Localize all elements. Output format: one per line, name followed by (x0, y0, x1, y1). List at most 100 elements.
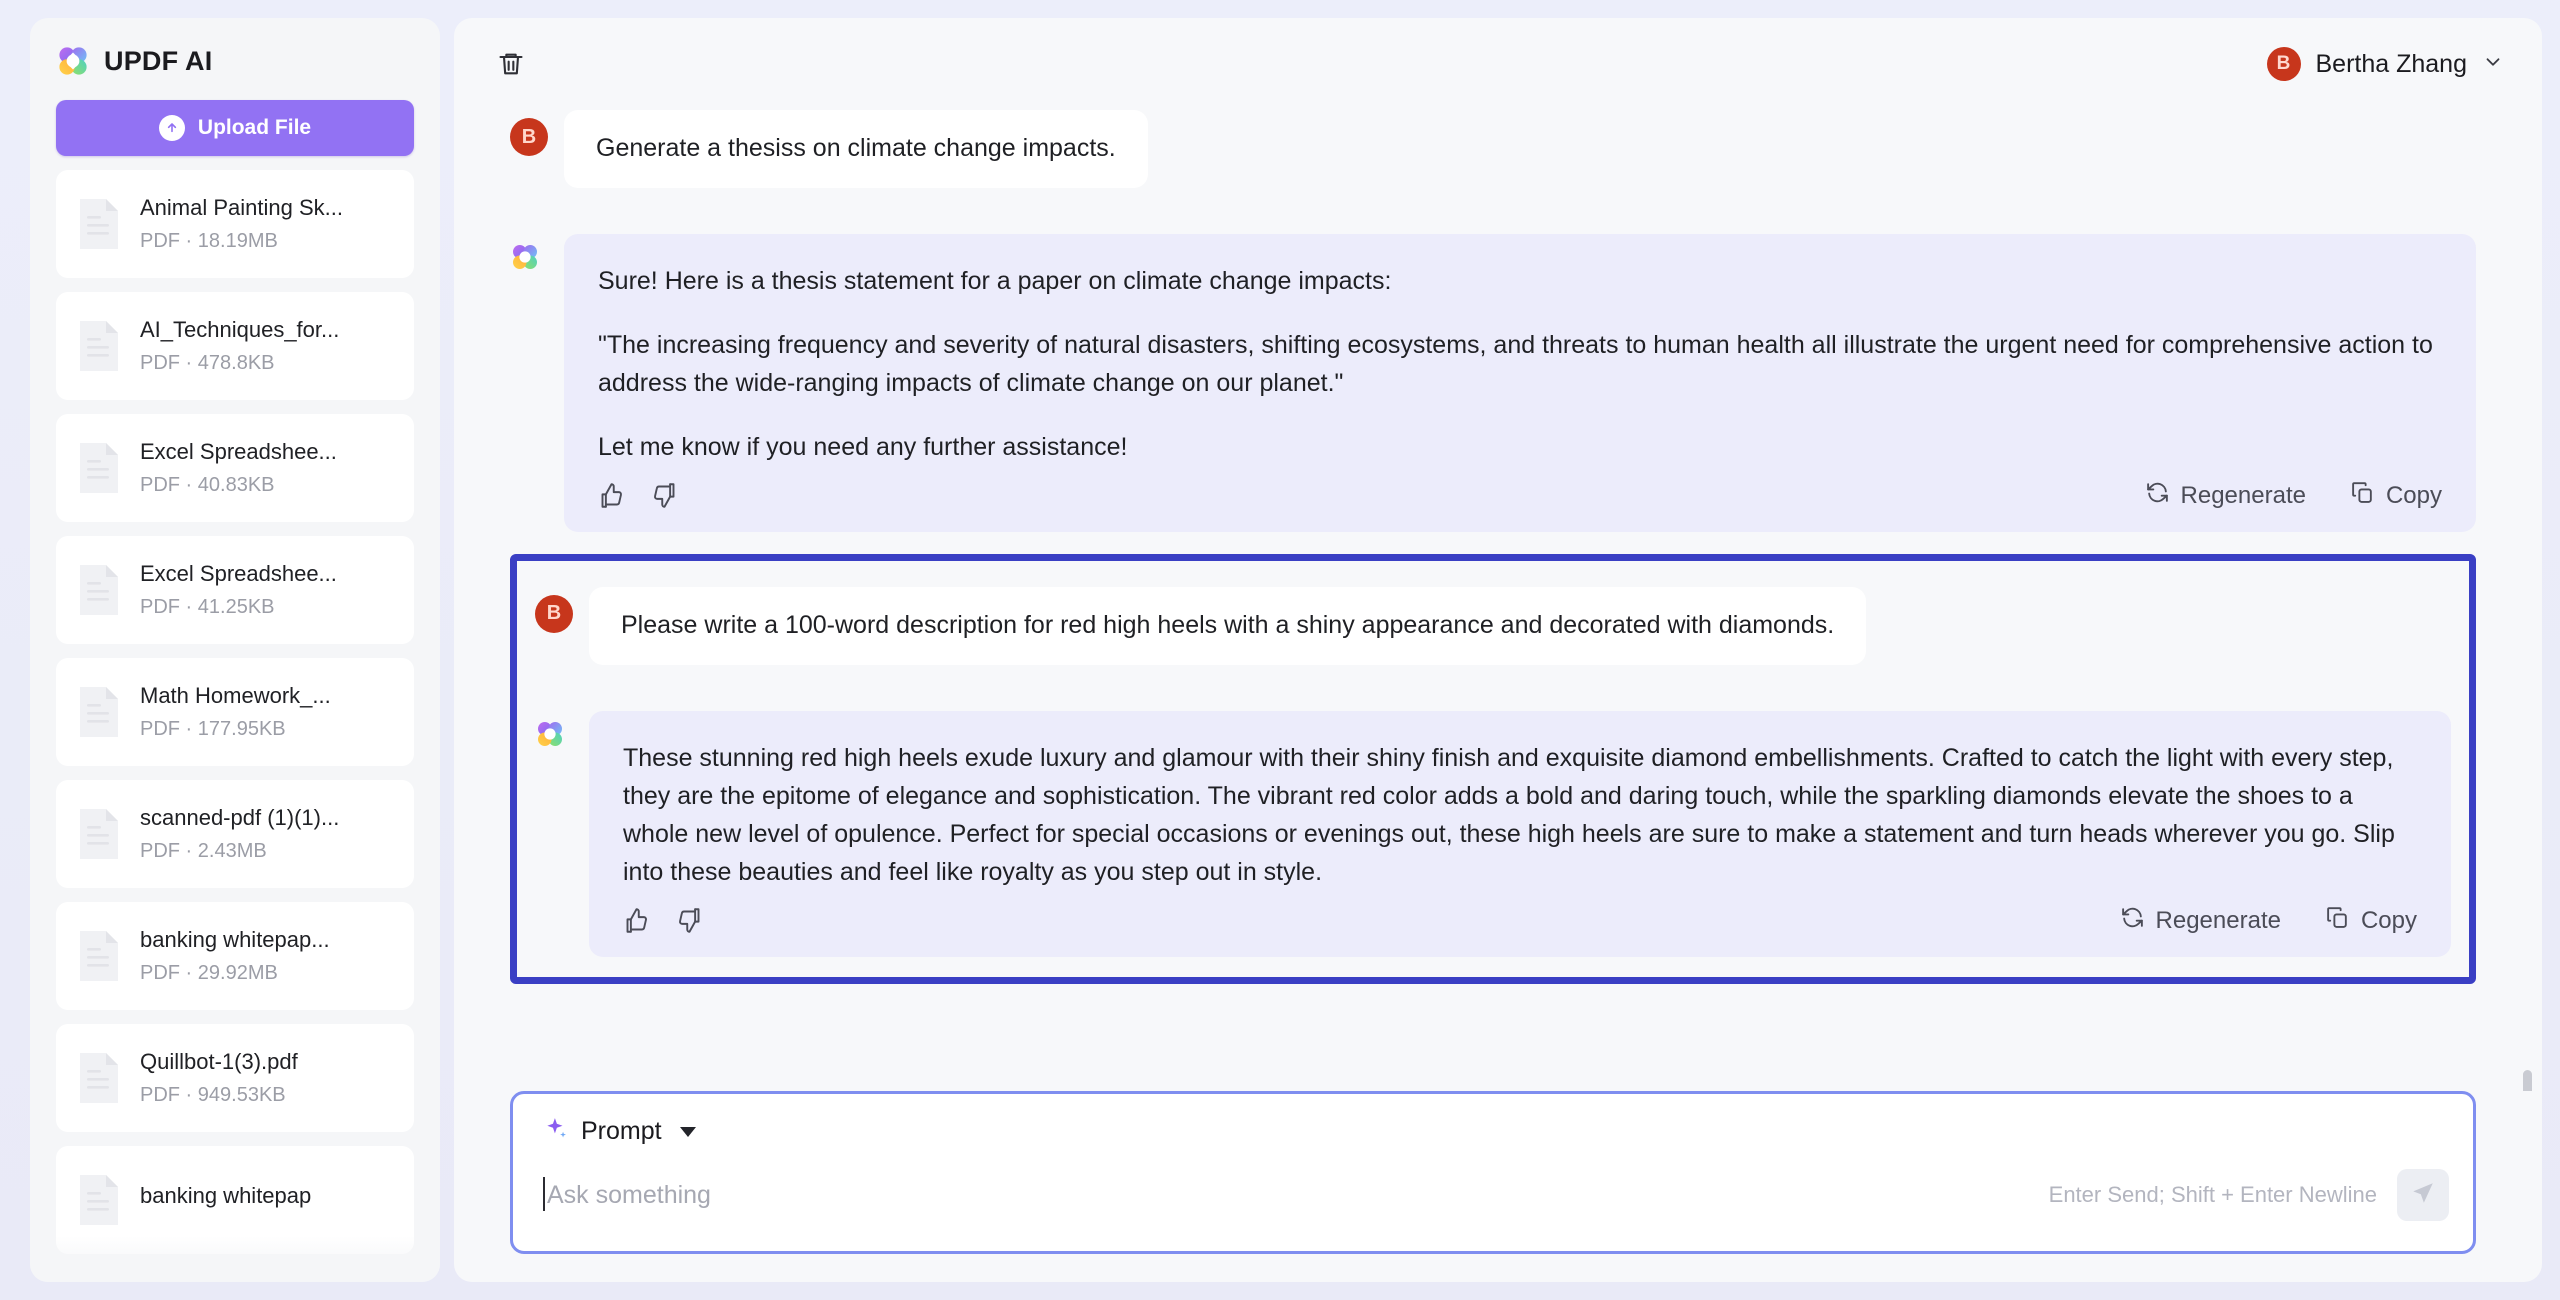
prompt-label: Prompt (581, 1117, 662, 1145)
regenerate-button[interactable]: Regenerate (2145, 480, 2306, 512)
file-name: banking whitepap (140, 1182, 312, 1208)
composer-input-row: Ask something Enter Send; Shift + Enter … (513, 1163, 2473, 1251)
thumbs-down-icon[interactable] (676, 907, 703, 934)
updf-clover-logo-icon (535, 719, 573, 757)
updf-ai-window: UPDF AI Upload File Animal Painting Sk..… (0, 0, 2560, 1300)
file-meta: PDF · 949.53KB (140, 1084, 286, 1106)
refresh-icon (2145, 480, 2170, 512)
list-item[interactable]: banking whitepap... PDF · 29.92MB (56, 902, 414, 1010)
send-hint-text: Enter Send; Shift + Enter Newline (2048, 1182, 2377, 1207)
sidebar: UPDF AI Upload File Animal Painting Sk..… (30, 18, 440, 1282)
list-item[interactable]: banking whitepap (56, 1146, 414, 1254)
refresh-icon (2120, 905, 2145, 937)
thumbs-up-icon[interactable] (598, 482, 625, 509)
upload-file-button[interactable]: Upload File (56, 100, 414, 156)
chat-turn-user: B Please write a 100-word description fo… (535, 586, 2451, 665)
sidebar-brand-title: UPDF AI (104, 45, 213, 76)
user-message-bubble: Generate a thesiss on climate change imp… (564, 110, 1148, 188)
pdf-document-icon (76, 1050, 122, 1106)
list-item[interactable]: AI_Techniques_for... PDF · 478.8KB (56, 292, 414, 400)
chat-scrollbar-thumb[interactable] (2523, 1070, 2532, 1091)
copy-icon (2350, 480, 2375, 512)
pdf-document-icon (76, 928, 122, 984)
pdf-document-icon (76, 806, 122, 862)
highlight-annotation-box: B Please write a 100-word description fo… (510, 553, 2476, 984)
file-name: Quillbot-1(3).pdf (140, 1049, 298, 1074)
sparkle-icon (543, 1116, 569, 1147)
message-input[interactable]: Ask something (543, 1176, 2029, 1211)
file-name: Excel Spreadshee... (140, 561, 337, 586)
pdf-document-icon (76, 1172, 122, 1228)
chevron-down-icon (2482, 51, 2504, 78)
file-name: Animal Painting Sk... (140, 195, 343, 220)
file-meta: PDF · 18.19MB (140, 230, 278, 252)
copy-label: Copy (2385, 481, 2442, 509)
updf-clover-logo-icon (56, 44, 90, 78)
file-name: scanned-pdf (1)(1)... (140, 805, 340, 830)
chat-turn-ai: These stunning red high heels exude luxu… (535, 710, 2451, 957)
avatar: B (535, 594, 573, 633)
file-meta: PDF · 40.83KB (140, 474, 275, 496)
avatar: B (2266, 47, 2301, 81)
pdf-document-icon (76, 318, 122, 374)
ai-message-bubble: Sure! Here is a thesis statement for a p… (564, 233, 2476, 532)
copy-button[interactable]: Copy (2350, 480, 2442, 512)
file-name: banking whitepap... (140, 927, 330, 952)
trash-icon[interactable] (490, 43, 532, 85)
ai-paragraph: These stunning red high heels exude luxu… (623, 743, 2395, 886)
thumbs-up-icon[interactable] (623, 907, 650, 934)
ai-paragraph: Let me know if you need any further assi… (598, 432, 1128, 461)
pdf-document-icon (76, 684, 122, 740)
copy-button[interactable]: Copy (2325, 905, 2417, 937)
copy-label: Copy (2360, 906, 2417, 934)
caret-down-icon (679, 1126, 696, 1137)
regenerate-label: Regenerate (2180, 481, 2306, 509)
message-actions: Regenerate Copy (623, 905, 2417, 937)
copy-icon (2325, 905, 2350, 937)
prompt-selector[interactable]: Prompt (513, 1094, 2473, 1163)
avatar: B (510, 118, 548, 156)
file-meta: PDF · 41.25KB (140, 596, 275, 618)
list-item[interactable]: Animal Painting Sk... PDF · 18.19MB (56, 170, 414, 278)
pdf-document-icon (76, 440, 122, 496)
ai-paragraph: "The increasing frequency and severity o… (598, 330, 2433, 397)
ai-message-bubble: These stunning red high heels exude luxu… (589, 710, 2451, 957)
upload-file-label: Upload File (197, 116, 312, 139)
thumbs-down-icon[interactable] (651, 482, 678, 509)
list-item[interactable]: Math Homework_... PDF · 177.95KB (56, 658, 414, 766)
send-button[interactable] (2397, 1169, 2449, 1221)
pdf-document-icon (76, 196, 122, 252)
user-message-bubble: Please write a 100-word description for … (589, 586, 1867, 665)
composer-area: Prompt Ask something Enter Send; Shift +… (454, 1091, 2542, 1282)
regenerate-label: Regenerate (2155, 906, 2281, 934)
pdf-document-icon (76, 562, 122, 618)
chat-panel: B Bertha Zhang B Generate a thesiss on c… (454, 18, 2542, 1282)
send-paper-plane-icon (2410, 1180, 2436, 1211)
file-list[interactable]: Animal Painting Sk... PDF · 18.19MB AI_T… (30, 170, 440, 1282)
regenerate-button[interactable]: Regenerate (2120, 905, 2281, 937)
message-input-placeholder: Ask something (547, 1180, 711, 1209)
message-composer: Prompt Ask something Enter Send; Shift +… (510, 1091, 2476, 1254)
chat-messages[interactable]: B Generate a thesiss on climate change i… (454, 110, 2542, 1091)
ai-paragraph: Sure! Here is a thesis statement for a p… (598, 266, 1392, 295)
list-item[interactable]: Quillbot-1(3).pdf PDF · 949.53KB (56, 1024, 414, 1132)
user-name: Bertha Zhang (2315, 49, 2468, 78)
list-item[interactable]: scanned-pdf (1)(1)... PDF · 2.43MB (56, 780, 414, 888)
chat-turn-ai: Sure! Here is a thesis statement for a p… (510, 233, 2476, 532)
file-name: Excel Spreadshee... (140, 439, 337, 464)
chat-toolbar: B Bertha Zhang (454, 18, 2542, 110)
message-actions: Regenerate Copy (598, 480, 2442, 512)
user-menu[interactable]: B Bertha Zhang (2266, 47, 2505, 81)
text-caret (543, 1176, 545, 1211)
chat-turn-user: B Generate a thesiss on climate change i… (510, 110, 2476, 188)
file-meta: PDF · 478.8KB (140, 352, 275, 374)
list-item[interactable]: Excel Spreadshee... PDF · 40.83KB (56, 414, 414, 522)
file-meta: PDF · 2.43MB (140, 840, 267, 862)
file-name: Math Homework_... (140, 683, 331, 708)
updf-clover-logo-icon (510, 242, 548, 280)
list-item[interactable]: Excel Spreadshee... PDF · 41.25KB (56, 536, 414, 644)
file-meta: PDF · 29.92MB (140, 962, 278, 984)
file-name: AI_Techniques_for... (140, 317, 340, 342)
